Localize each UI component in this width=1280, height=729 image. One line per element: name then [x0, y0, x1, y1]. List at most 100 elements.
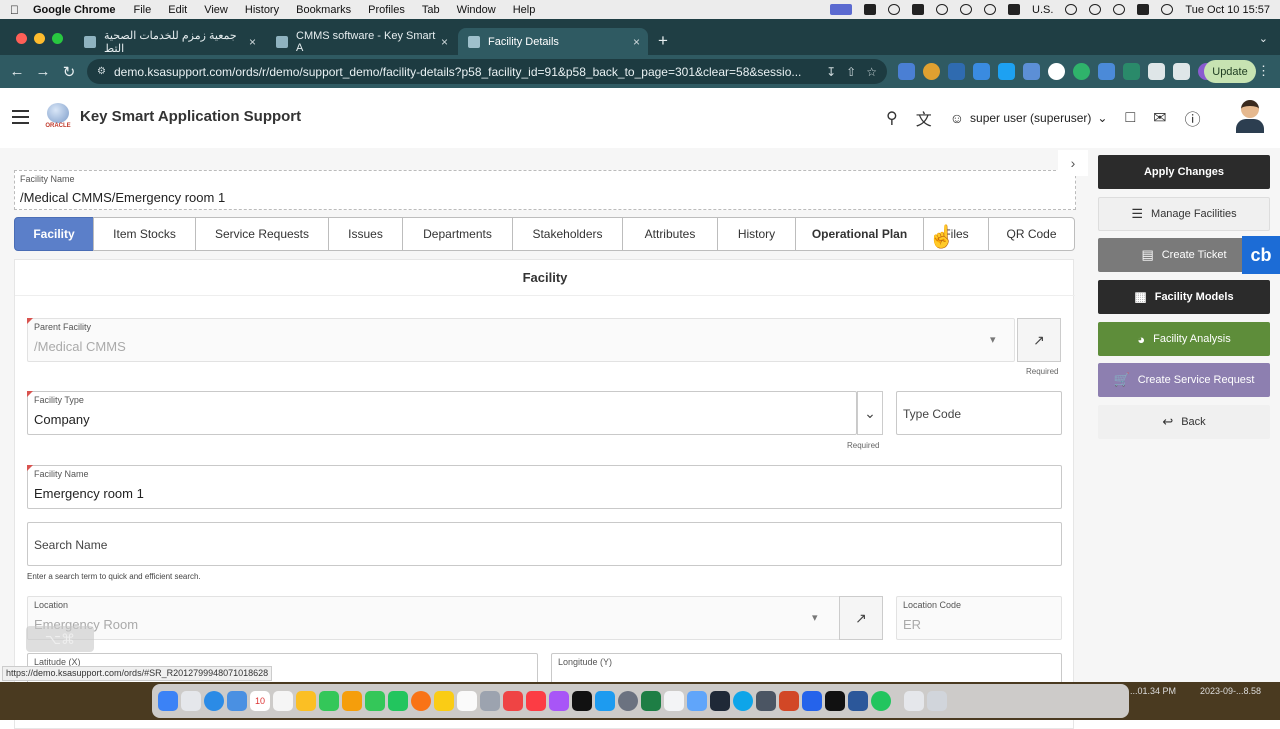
tab-qr-code[interactable]: QR Code — [988, 217, 1075, 251]
siri-icon[interactable] — [1161, 4, 1174, 15]
facetime-icon[interactable] — [388, 691, 408, 711]
extension-translate-icon[interactable] — [898, 63, 915, 80]
menu-tab[interactable]: Tab — [422, 4, 440, 16]
facility-type-select[interactable]: Facility Type Company — [27, 391, 857, 435]
maps-icon[interactable] — [319, 691, 339, 711]
news-icon[interactable] — [503, 691, 523, 711]
menu-edit[interactable]: Edit — [168, 4, 187, 16]
tab-item-stocks[interactable]: Item Stocks — [93, 217, 196, 251]
browser-tab-zamzam[interactable]: جمعية زمزم للخدمات الصحية التط × — [74, 28, 264, 55]
new-tab-icon[interactable]: + — [658, 31, 668, 51]
cb-badge[interactable]: cb — [1242, 236, 1280, 274]
side-panel-icon[interactable] — [1173, 63, 1190, 80]
location-field[interactable]: Location Emergency Room ▾ — [27, 596, 843, 640]
address-bar[interactable]: ⚙ demo.ksasupport.com/ords/r/demo/suppor… — [87, 59, 887, 84]
podcasts-icon[interactable] — [549, 691, 569, 711]
app-title[interactable]: Key Smart Application Support — [80, 108, 301, 125]
tab-service-requests[interactable]: Service Requests — [195, 217, 329, 251]
hamburger-menu-icon[interactable] — [12, 110, 29, 128]
apple-menu-icon[interactable]:  — [10, 3, 19, 17]
translate-icon[interactable]: 文 — [916, 106, 932, 130]
menu-view[interactable]: View — [204, 4, 228, 16]
status-app-icon[interactable] — [864, 4, 876, 15]
chrome-menu-icon[interactable]: ⋮ — [1257, 63, 1270, 79]
input-source-icon[interactable] — [1008, 4, 1020, 15]
bookmark-star-icon[interactable]: ☆ — [866, 65, 877, 79]
facility-models-button[interactable]: ▦ Facility Models — [1098, 280, 1270, 314]
reload-icon[interactable]: ↻ — [56, 63, 82, 81]
notes-icon[interactable] — [296, 691, 316, 711]
menu-help[interactable]: Help — [513, 4, 536, 16]
install-icon[interactable]: ↧ — [826, 65, 836, 79]
mail-app-icon[interactable] — [227, 691, 247, 711]
open-location-button[interactable]: ↗ — [839, 596, 883, 640]
browser-tab-facility-details[interactable]: Facility Details × — [458, 28, 648, 55]
apple-tv-icon[interactable] — [572, 691, 592, 711]
facility-name-field[interactable]: Facility Name Emergency room 1 — [27, 465, 1062, 509]
browser-tab-cmms[interactable]: CMMS software - Key Smart A × — [266, 28, 456, 55]
apply-changes-button[interactable]: Apply Changes — [1098, 155, 1270, 189]
skype-icon[interactable] — [733, 691, 753, 711]
oracle-logo[interactable]: ORACLE — [43, 103, 73, 133]
control-center-icon[interactable] — [1137, 4, 1150, 15]
creative-cloud-icon[interactable] — [888, 4, 900, 15]
dollar-icon[interactable] — [984, 4, 996, 15]
share-icon[interactable]: ⇧ — [846, 65, 856, 79]
word-icon[interactable] — [848, 691, 868, 711]
teams-icon[interactable] — [687, 691, 707, 711]
tab-facility[interactable]: Facility — [14, 217, 94, 251]
extension-sheet-icon[interactable] — [1123, 63, 1140, 80]
forward-arrow-icon[interactable]: → — [30, 63, 56, 80]
back-button[interactable]: ↩ Back — [1098, 405, 1270, 439]
launchpad-icon[interactable] — [181, 691, 201, 711]
menu-clock[interactable]: Tue Oct 10 15:57 — [1185, 4, 1270, 16]
finder-icon[interactable] — [158, 691, 178, 711]
menu-window[interactable]: Window — [457, 4, 496, 16]
downloads-stack-icon[interactable] — [904, 691, 924, 711]
messages-icon[interactable] — [365, 691, 385, 711]
bluetooth-icon[interactable] — [936, 4, 948, 15]
tab-stakeholders[interactable]: Stakeholders — [512, 217, 623, 251]
quicktime-icon[interactable] — [710, 691, 730, 711]
chat-icon[interactable]: □ — [1125, 109, 1135, 127]
facility-type-chevron-icon[interactable]: ⌄ — [857, 391, 883, 435]
safari-icon[interactable] — [204, 691, 224, 711]
photos-icon[interactable] — [342, 691, 362, 711]
wifi-icon[interactable] — [1065, 4, 1078, 15]
extension-avatar-icon[interactable] — [1048, 63, 1065, 80]
screen-capture-icon[interactable] — [756, 691, 776, 711]
search-icon[interactable]: ⚲ — [886, 108, 898, 128]
whatsapp-icon[interactable] — [871, 691, 891, 711]
stickies-icon[interactable] — [480, 691, 500, 711]
time-machine-icon[interactable] — [1089, 4, 1102, 15]
create-service-request-button[interactable]: 🛒 Create Service Request — [1098, 363, 1270, 397]
app-menu[interactable]: Google Chrome — [33, 4, 116, 16]
manage-facilities-button[interactable]: ☰ Manage Facilities — [1098, 197, 1270, 231]
minimize-window-icon[interactable] — [34, 33, 45, 44]
back-arrow-icon[interactable]: ← — [4, 63, 30, 80]
tab-history[interactable]: History — [717, 217, 796, 251]
tab-close-icon[interactable]: × — [249, 35, 256, 49]
tab-departments[interactable]: Departments — [402, 217, 513, 251]
reminders-icon[interactable] — [273, 691, 293, 711]
powerpoint-icon[interactable] — [779, 691, 799, 711]
menu-file[interactable]: File — [134, 4, 152, 16]
extension-twitter-icon[interactable] — [998, 63, 1015, 80]
collapse-right-panel-button[interactable]: › — [1058, 150, 1088, 176]
excel-icon[interactable] — [641, 691, 661, 711]
site-info-icon[interactable]: ⚙ — [97, 66, 106, 77]
facility-analysis-button[interactable]: ◕ Facility Analysis — [1098, 322, 1270, 356]
play-icon[interactable] — [960, 4, 972, 15]
parent-facility-field[interactable]: Parent Facility /Medical CMMS ▾ — [27, 318, 1015, 362]
system-settings-icon[interactable] — [618, 691, 638, 711]
menu-history[interactable]: History — [245, 4, 279, 16]
extension-blue-icon[interactable] — [948, 63, 965, 80]
spotlight-icon[interactable] — [1113, 4, 1126, 15]
extension-tag-icon[interactable] — [973, 63, 990, 80]
extension-arrow-icon[interactable] — [1098, 63, 1115, 80]
user-menu[interactable]: ☺ super user (superuser) ⌄ — [950, 110, 1108, 126]
tab-attributes[interactable]: Attributes — [622, 217, 718, 251]
trash-icon[interactable] — [927, 691, 947, 711]
zoom-icon[interactable] — [802, 691, 822, 711]
extension-grammarly-icon[interactable] — [1073, 63, 1090, 80]
